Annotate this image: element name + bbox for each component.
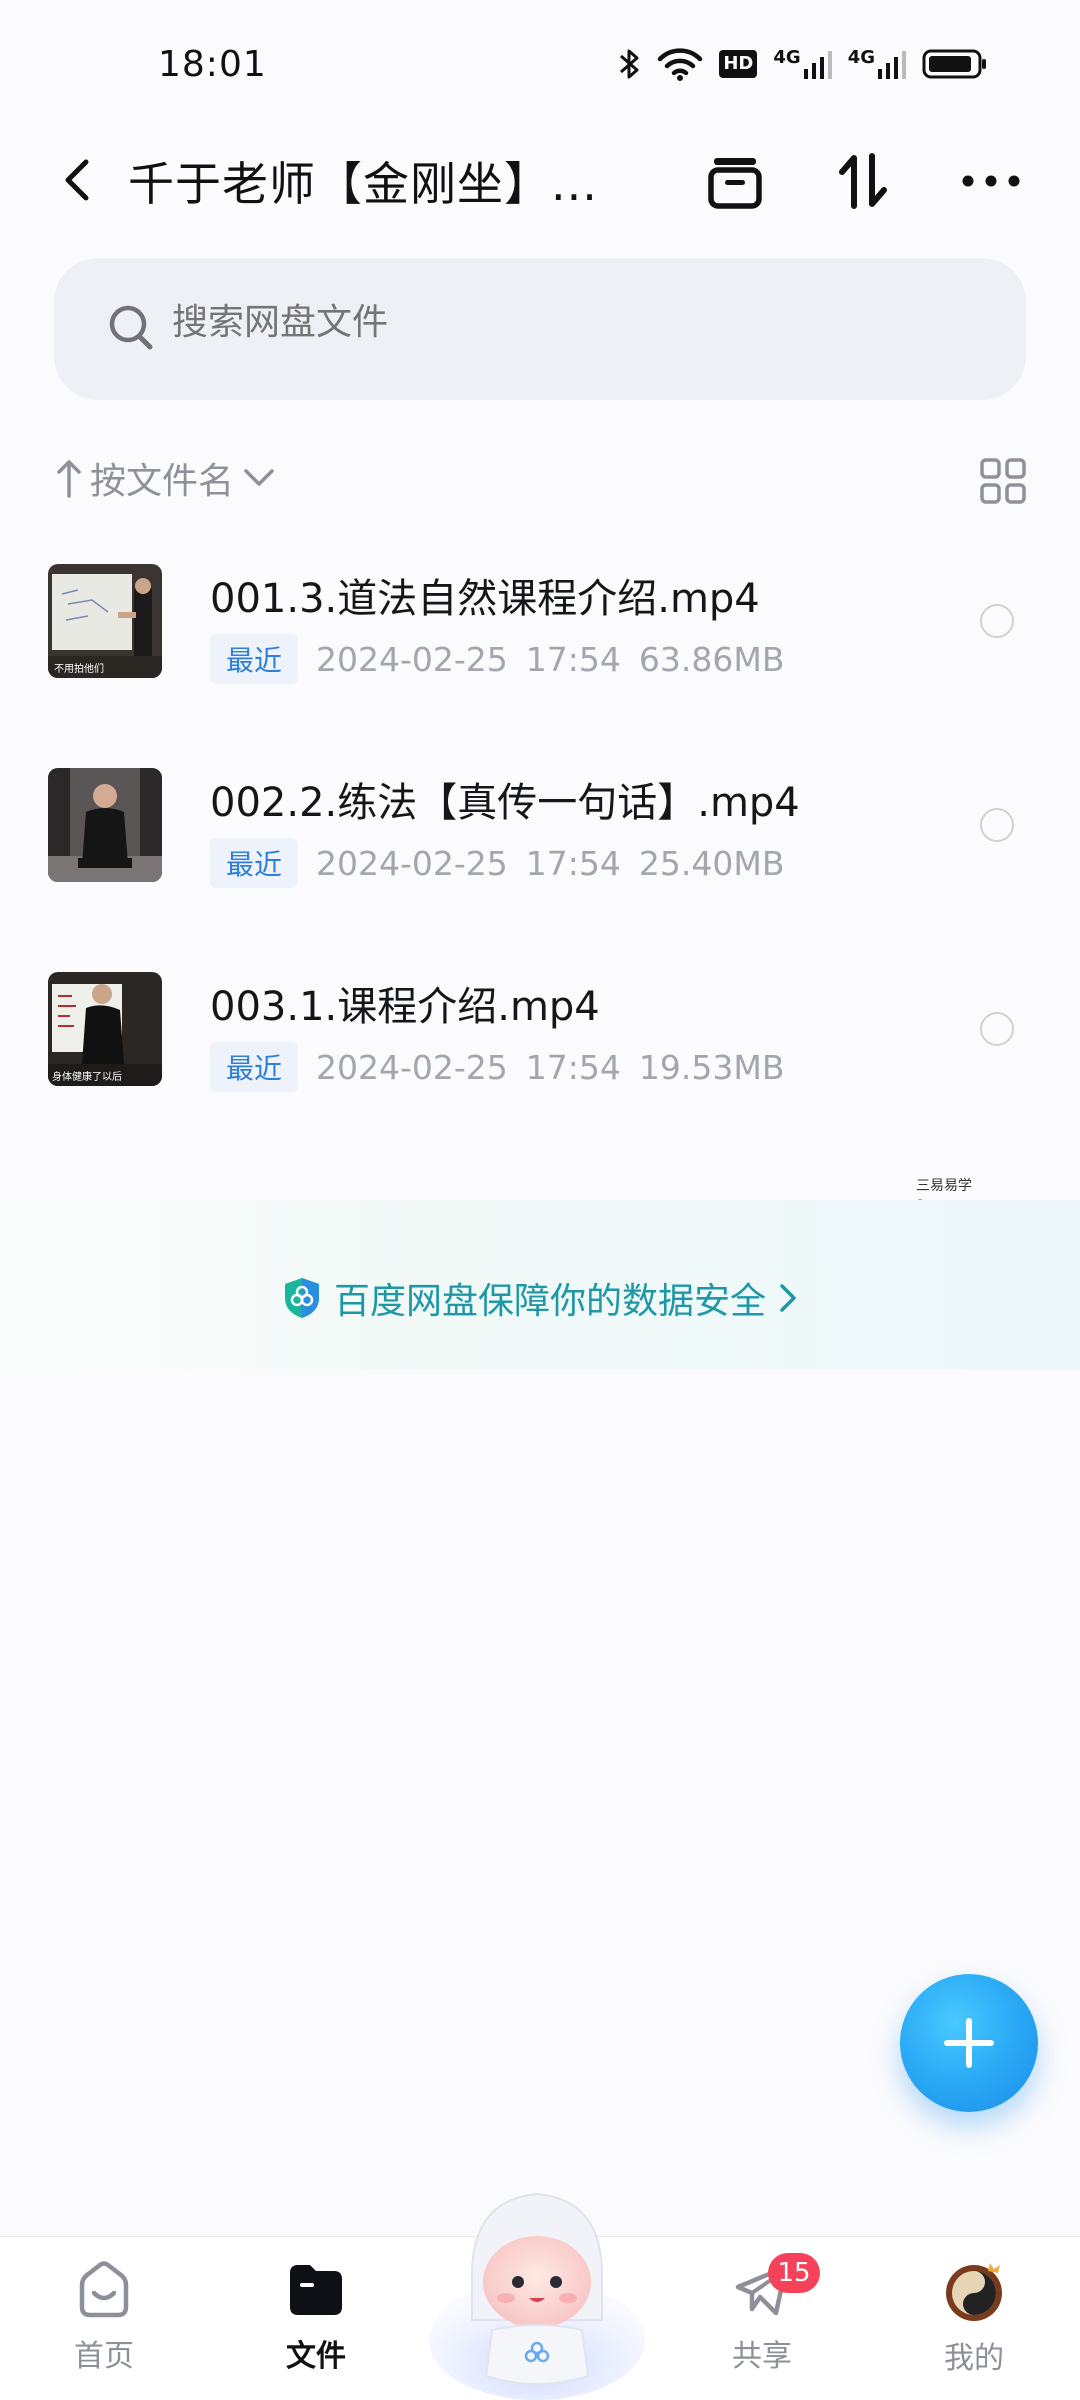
chevron-down-icon: [244, 469, 274, 486]
wifi-icon: [658, 48, 703, 81]
file-size: 19.53MB: [638, 1047, 785, 1087]
avatar-icon: [946, 2263, 1002, 2321]
sort-dropdown[interactable]: 按文件名: [56, 452, 1026, 504]
sort-label: 按文件名: [90, 461, 235, 502]
file-time: 17:54: [525, 1047, 621, 1087]
recent-tag: 最近: [210, 1042, 299, 1092]
tab-files[interactable]: 文件: [246, 2257, 386, 2375]
signal-4g-icon: 4G: [773, 49, 832, 79]
security-text: 百度网盘保障你的数据安全: [334, 1281, 767, 1322]
select-radio[interactable]: [980, 808, 1014, 842]
search-input[interactable]: [172, 302, 872, 343]
file-name: 003.1.课程介绍.mp4: [210, 984, 600, 1030]
battery-icon: [922, 49, 986, 79]
page-title: 千于老师【金刚坐】...: [128, 157, 598, 211]
file-name: 001.3.道法自然课程介绍.mp4: [210, 576, 760, 622]
file-row[interactable]: 002.2.练法【真传一句话】.mp4 最近 2024-02-25 17:54 …: [0, 768, 1080, 938]
signal-4g-icon: 4G: [848, 49, 906, 79]
file-time: 17:54: [525, 843, 621, 883]
tab-label: 文件: [286, 2339, 346, 2374]
search-bar[interactable]: [54, 258, 1026, 400]
archive-button[interactable]: [702, 148, 768, 214]
security-link[interactable]: 百度网盘保障你的数据安全: [282, 1272, 798, 1324]
video-thumbnail: 身体健康了以后: [48, 972, 162, 1086]
thumb-caption: 不用拍他们: [54, 664, 104, 675]
file-row[interactable]: 身体健康了以后 003.1.课程介绍.mp4 最近 2024-02-25 17:…: [0, 972, 1080, 1142]
back-button[interactable]: [50, 150, 110, 210]
tab-label: 共享: [732, 2339, 792, 2374]
sort-bar: 按文件名: [56, 452, 1026, 512]
share-badge: 15: [768, 2253, 820, 2293]
file-meta: 最近 2024-02-25 17:54 25.40MB: [210, 838, 785, 888]
back-icon: [65, 159, 89, 201]
tab-label: 首页: [74, 2339, 134, 2374]
recent-tag: 最近: [210, 634, 299, 684]
grid-view-button[interactable]: [980, 458, 1026, 508]
more-icon: [962, 175, 1020, 187]
status-time: 18:01: [158, 44, 267, 85]
status-icons: HD 4G 4G: [617, 46, 988, 82]
more-button[interactable]: [958, 148, 1024, 214]
arrow-up-icon: [57, 460, 81, 498]
bluetooth-icon: [620, 49, 639, 79]
file-date: 2024-02-25: [316, 1047, 508, 1087]
file-date: 2024-02-25: [316, 843, 508, 883]
tab-label: 我的: [944, 2341, 1004, 2376]
top-bar: 千于老师【金刚坐】...: [0, 130, 1080, 230]
select-radio[interactable]: [980, 1012, 1014, 1046]
watermark-line1: 三易易学: [916, 1178, 972, 1194]
shield-icon: [285, 1278, 319, 1318]
file-date: 2024-02-25: [316, 639, 508, 679]
tab-mine[interactable]: 我的: [904, 2257, 1044, 2377]
chevron-right-icon: [780, 1284, 796, 1312]
security-banner[interactable]: 百度网盘保障你的数据安全: [0, 1200, 1080, 1370]
mascot-icon: [429, 2192, 645, 2400]
sort-swap-button[interactable]: [830, 148, 896, 214]
home-icon: [79, 2261, 129, 2318]
file-meta: 最近 2024-02-25 17:54 19.53MB: [210, 1042, 785, 1092]
file-name: 002.2.练法【真传一句话】.mp4: [210, 780, 800, 826]
status-bar: 18:01 HD 4G 4G: [0, 0, 1080, 130]
thumb-caption: 身体健康了以后: [52, 1072, 122, 1083]
archive-icon: [708, 158, 762, 209]
recent-tag: 最近: [210, 838, 299, 888]
file-meta: 最近 2024-02-25 17:54 63.86MB: [210, 634, 785, 684]
search-icon: [109, 305, 153, 350]
plus-icon: [944, 2018, 994, 2068]
file-time: 17:54: [525, 639, 621, 679]
video-thumbnail: [48, 768, 162, 882]
file-size: 25.40MB: [638, 843, 785, 883]
sort-swap-icon: [839, 153, 887, 209]
mascot-button[interactable]: [424, 2170, 650, 2400]
video-thumbnail: 不用拍他们: [48, 564, 162, 678]
tab-share[interactable]: 15 共享: [692, 2253, 832, 2375]
tab-home[interactable]: 首页: [34, 2257, 174, 2375]
add-button[interactable]: [900, 1974, 1038, 2112]
folder-icon: [290, 2265, 342, 2315]
grid-view-icon: [980, 458, 1026, 504]
select-radio[interactable]: [980, 604, 1014, 638]
hd-icon: HD: [719, 50, 758, 78]
file-size: 63.86MB: [638, 639, 785, 679]
file-row[interactable]: 不用拍他们 001.3.道法自然课程介绍.mp4 最近 2024-02-25 1…: [0, 564, 1080, 734]
